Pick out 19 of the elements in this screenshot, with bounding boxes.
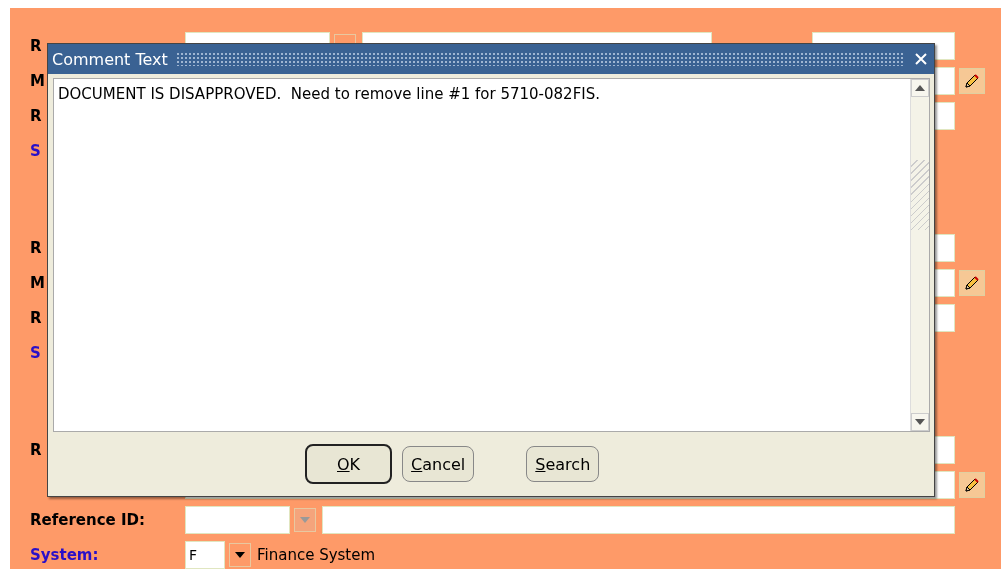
dialog-button[interactable]: OK — [305, 444, 393, 484]
field-label: R — [30, 308, 43, 327]
field-label: R — [30, 36, 43, 55]
field-label: R — [30, 440, 43, 459]
field-label: M — [30, 273, 46, 292]
field-label: R — [30, 238, 43, 257]
system-description: Finance System — [257, 545, 376, 564]
field-label: S — [30, 343, 42, 362]
input-field[interactable]: F — [185, 540, 225, 569]
comment-text-area[interactable]: DOCUMENT IS DISAPPROVED. Need to remove line #1 for 5710-082FIS. — [53, 78, 930, 432]
dialog-button[interactable]: Search — [526, 446, 600, 482]
comment-text: DOCUMENT IS DISAPPROVED. Need to remove line #1 for 5710-082FIS. — [57, 84, 601, 105]
field-label: System: — [30, 545, 100, 564]
field-label: Reference ID: — [30, 510, 146, 529]
field-label: R — [30, 106, 43, 125]
field-label: M — [30, 71, 46, 90]
dialog-title: Comment Text — [52, 49, 168, 69]
field-label: S — [30, 141, 42, 160]
dialog-button[interactable]: Cancel — [402, 446, 475, 482]
